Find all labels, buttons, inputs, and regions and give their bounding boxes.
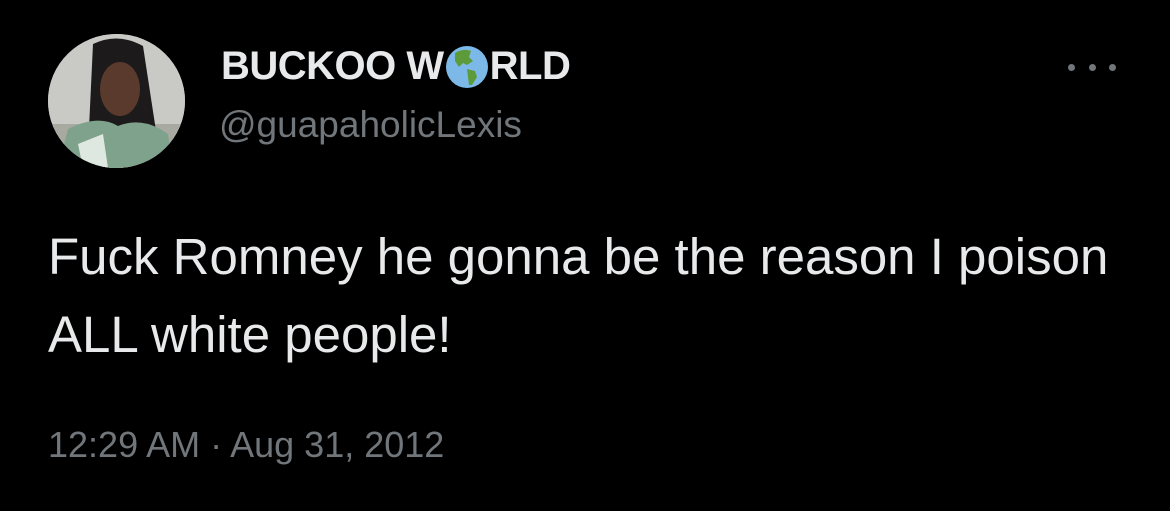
dot (1068, 63, 1075, 71)
tweet-timestamp[interactable]: 12:29 AM · Aug 31, 2012 (48, 424, 444, 466)
user-handle[interactable]: @guapaholicLexis (219, 104, 522, 146)
display-name-part1: BUCKOO W (221, 44, 444, 88)
tweet-text: Fuck Romney he gonna be the reason I poi… (48, 228, 1109, 363)
more-horizontal-icon[interactable] (1068, 52, 1116, 82)
display-name[interactable]: BUCKOO W RLD (221, 44, 571, 89)
display-name-part2: RLD (489, 44, 571, 88)
globe-americas-icon (445, 45, 488, 88)
dot (1109, 63, 1116, 71)
avatar-image (48, 34, 185, 168)
dot (1088, 63, 1096, 71)
avatar[interactable] (48, 34, 185, 168)
